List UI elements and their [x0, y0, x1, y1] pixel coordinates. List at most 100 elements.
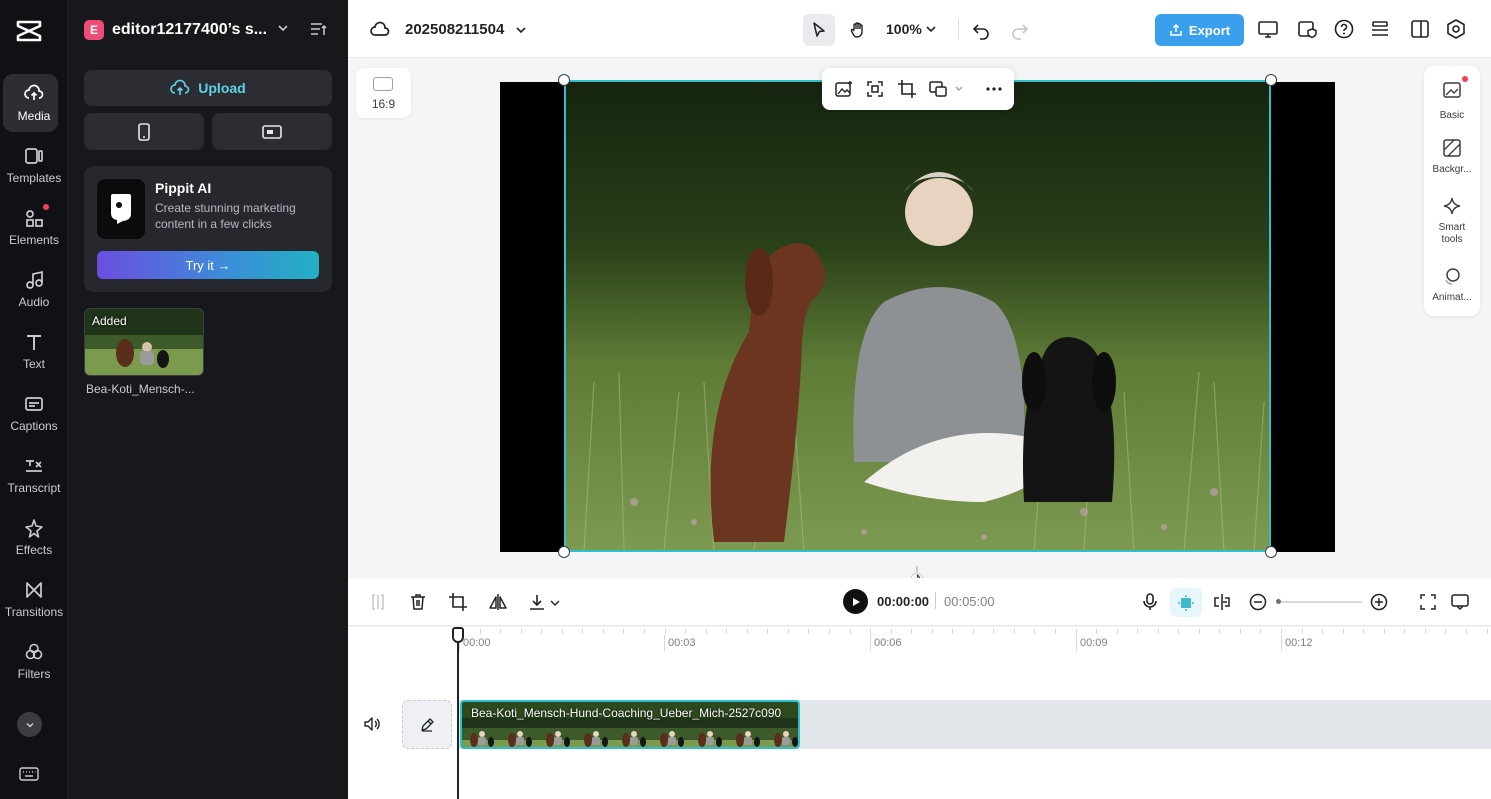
snap-icon [1178, 595, 1194, 611]
fit-frame-icon[interactable] [865, 79, 885, 99]
clip-thumbnails [462, 718, 798, 747]
clip-name: Bea-Koti_Mensch-Hund-Coaching_Ueber_Mich… [471, 706, 782, 720]
chevron-down-icon[interactable] [925, 23, 937, 35]
chevron-down-icon[interactable] [276, 21, 290, 35]
rail-item-filters[interactable]: Filters [0, 632, 68, 690]
fullscreen-icon[interactable] [1418, 592, 1438, 612]
rail-item-effects[interactable]: Effects [0, 508, 68, 566]
clip-frame-shape [470, 733, 478, 747]
resize-handle-top-right[interactable] [1265, 74, 1277, 86]
flip-icon[interactable] [488, 592, 508, 612]
clip-frame-shape [716, 737, 722, 747]
properties-animation[interactable]: Animat... [1424, 266, 1480, 304]
rail-item-elements[interactable]: Elements [0, 198, 68, 256]
feedback-icon[interactable] [1450, 592, 1470, 612]
ai-image-icon[interactable] [834, 79, 854, 99]
capcut-logo-icon[interactable] [15, 16, 43, 44]
present-screen-icon[interactable] [1257, 18, 1279, 40]
settings-hexagon-icon[interactable] [1445, 18, 1467, 40]
rail-item-transcript[interactable]: Transcript [0, 446, 68, 504]
ruler-minor-tick [1445, 629, 1447, 634]
more-chevron-icon[interactable] [17, 712, 42, 737]
snap-toggle-button[interactable] [1170, 588, 1202, 617]
keyboard-icon[interactable] [19, 766, 39, 782]
slider-thumb[interactable] [1276, 599, 1281, 604]
properties-basic[interactable]: Basic [1424, 76, 1480, 122]
phone-upload-button[interactable] [84, 113, 204, 150]
video-frame-image[interactable] [564, 82, 1271, 552]
clip-frame-shape [554, 737, 562, 745]
rail-item-captions[interactable]: Captions [0, 384, 68, 442]
sort-list-icon[interactable] [309, 20, 327, 38]
cover-edit-button[interactable] [402, 700, 452, 749]
rail-label: Templates [6, 171, 62, 185]
chevron-down-icon[interactable] [954, 84, 964, 94]
select-tool-button[interactable] [803, 14, 835, 46]
more-options-icon[interactable] [984, 79, 1004, 99]
screen-record-icon [262, 124, 282, 139]
rail-item-audio[interactable]: Audio [0, 260, 68, 318]
properties-label: Animat... [1432, 292, 1472, 303]
help-icon[interactable] [1333, 18, 1355, 40]
zoom-in-icon[interactable] [1369, 592, 1389, 612]
play-button[interactable] [843, 589, 868, 614]
rail-item-text[interactable]: Text [0, 322, 68, 380]
screen-record-button[interactable] [212, 113, 332, 150]
rail-item-transitions[interactable]: Transitions [0, 570, 68, 628]
upload-button[interactable]: Upload [84, 70, 332, 106]
video-clip[interactable]: Bea-Koti_Mensch-Hund-Coaching_Ueber_Mich… [460, 700, 800, 749]
pencil-icon [421, 717, 434, 732]
cloud-sync-icon[interactable] [370, 20, 390, 40]
rail-item-media[interactable]: Media [0, 74, 68, 132]
timeline[interactable]: 00:00 00:03 00:06 00:09 00:12 Bea-Koti_M… [348, 627, 1491, 799]
playhead-grip[interactable] [452, 627, 464, 643]
redo-icon[interactable] [1010, 20, 1030, 40]
crop-icon[interactable] [897, 79, 917, 99]
properties-background[interactable]: Backgr... [1424, 138, 1480, 176]
ruler-minor-tick [1322, 629, 1324, 634]
split-icon[interactable] [368, 592, 388, 612]
layers-stack-icon[interactable] [1369, 18, 1391, 40]
properties-label: Smart tools [1438, 222, 1466, 245]
timeline-zoom-slider[interactable] [1276, 599, 1362, 604]
volume-icon[interactable] [363, 715, 381, 733]
properties-smart-tools[interactable]: Smart tools [1424, 196, 1480, 246]
crop-icon[interactable] [448, 592, 468, 612]
zoom-level[interactable]: 100% [886, 21, 922, 37]
aspect-ratio-button[interactable]: 16:9 [356, 68, 411, 118]
chevron-down-icon[interactable] [549, 597, 561, 609]
hand-tool-button[interactable] [842, 14, 874, 46]
layout-panel-icon[interactable] [1409, 18, 1431, 40]
resize-handle-top-left[interactable] [558, 74, 570, 86]
split-scene-icon[interactable] [1212, 592, 1232, 612]
video-canvas[interactable] [500, 82, 1335, 552]
chevron-down-icon[interactable] [514, 23, 528, 37]
resize-handle-bottom-right[interactable] [1265, 546, 1277, 558]
clip-frame-shape [517, 731, 523, 737]
ruler-minor-tick [705, 629, 707, 634]
try-it-button[interactable]: Try it → [97, 251, 319, 279]
rail-item-templates[interactable]: Templates [0, 136, 68, 194]
export-button[interactable]: Export [1155, 14, 1244, 46]
filters-icon [23, 641, 45, 663]
shield-check-icon[interactable] [1297, 18, 1319, 40]
ruler-minor-tick [1178, 629, 1180, 634]
microphone-icon[interactable] [1140, 592, 1160, 612]
ruler-minor-tick [1034, 629, 1036, 634]
download-icon[interactable] [527, 592, 547, 612]
ruler-minor-tick [808, 629, 810, 634]
playhead[interactable] [452, 627, 464, 799]
undo-icon[interactable] [971, 20, 991, 40]
zoom-out-icon[interactable] [1248, 592, 1268, 612]
ruler-minor-tick [1075, 629, 1077, 634]
properties-panel: Basic Backgr... Smart tools Animat... [1424, 66, 1480, 316]
resize-handle-bottom-left[interactable] [558, 546, 570, 558]
replace-media-icon[interactable] [928, 79, 948, 99]
ruler-minor-tick [1281, 629, 1282, 634]
delete-icon[interactable] [408, 592, 428, 612]
phone-icon [138, 122, 150, 141]
clip-frame-shape [479, 731, 485, 737]
workspace-selector[interactable]: E editor12177400’s s... [84, 18, 267, 42]
project-title[interactable]: 202508211504 [405, 21, 504, 38]
media-thumbnail[interactable]: Added [84, 308, 204, 376]
